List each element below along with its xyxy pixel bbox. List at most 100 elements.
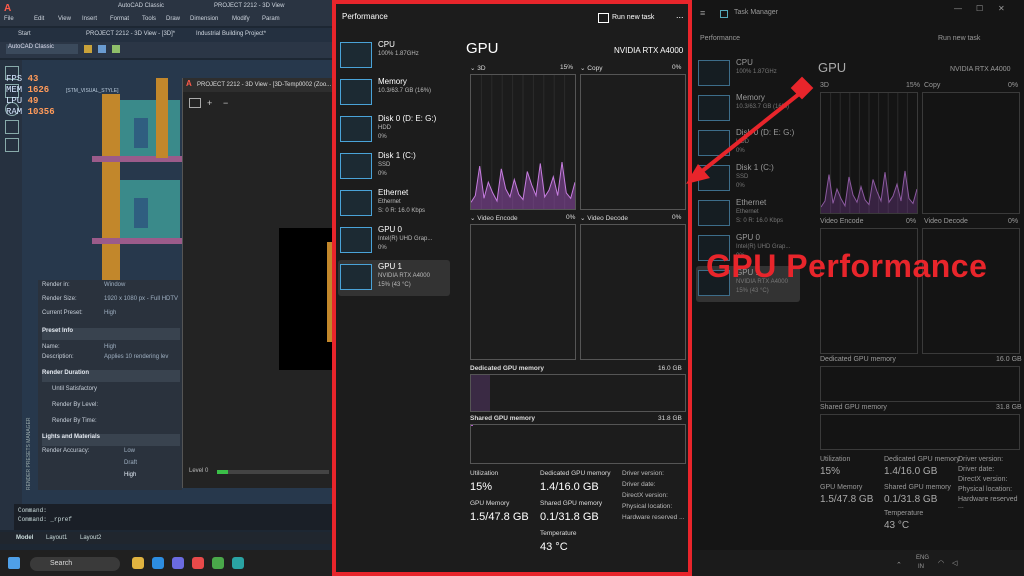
- sidebar-item-name: Ethernet: [736, 198, 767, 207]
- minimize-button[interactable]: —: [954, 4, 962, 13]
- gpu-memory-value: 1.5/47.8 GB: [470, 511, 529, 523]
- menu-param[interactable]: Param: [262, 16, 280, 22]
- temperature-value: 43 °C: [540, 541, 568, 553]
- engine-copy-label[interactable]: ⌄ Copy: [580, 64, 602, 72]
- toolbar: AutoCAD Classic: [0, 42, 332, 58]
- sidebar-item-disk-1-c[interactable]: Disk 1 (C:) SSD 0%: [338, 149, 450, 185]
- close-button[interactable]: ✕: [998, 4, 1005, 13]
- current-preset-value[interactable]: High: [104, 310, 116, 316]
- store-icon[interactable]: [172, 557, 184, 569]
- render-icon[interactable]: [112, 45, 120, 53]
- autocad-logo-icon[interactable]: A: [4, 3, 11, 14]
- tm2-run-new-task[interactable]: Run new task: [938, 35, 980, 42]
- tab-layout1[interactable]: Layout1: [46, 535, 67, 541]
- sidebar-item-ethernet[interactable]: Ethernet Ethernet S: 0 R: 16.0 Kbps: [696, 196, 800, 232]
- menu-edit[interactable]: Edit: [34, 16, 44, 22]
- sidebar-item-detail: Intel(R) UHD Grap...: [378, 236, 433, 242]
- properties-icon[interactable]: [98, 45, 106, 53]
- more-options-button[interactable]: ...: [676, 10, 684, 20]
- building-slab: [92, 238, 182, 244]
- menu-draw[interactable]: Draw: [166, 16, 180, 22]
- until-satisfactory-radio[interactable]: Until Satisfactory: [52, 386, 190, 398]
- tab-start[interactable]: Start: [18, 31, 31, 37]
- tab-model[interactable]: Model: [16, 535, 33, 541]
- engine-encode-label[interactable]: ⌄ Video Encode: [470, 214, 518, 222]
- tm2-taskbar: [692, 550, 1024, 576]
- tab-project-2212[interactable]: PROJECT 2212 - 3D View - [3D]*: [86, 31, 175, 37]
- building-column-right: [156, 78, 168, 158]
- sidebar-item-detail: 10.3/63.7 GB (16%): [378, 88, 432, 94]
- style-dropdown[interactable]: AutoCAD Classic: [6, 44, 78, 54]
- tray-chevron-icon[interactable]: ⌃: [896, 561, 902, 569]
- sidebar-item-name: Disk 0 (D: E: G:): [378, 114, 437, 123]
- sidebar-item-detail: Ethernet: [736, 209, 759, 215]
- accuracy-draft-radio[interactable]: Draft: [124, 460, 137, 466]
- command-line[interactable]: Command: Command: _rpref: [14, 504, 332, 530]
- tm2-engine-decode-pct: 0%: [1008, 218, 1019, 225]
- save-icon[interactable]: [189, 98, 201, 108]
- preset-info-header[interactable]: Preset Info: [42, 328, 180, 340]
- tm2-engine-encode[interactable]: Video Encode: [820, 218, 863, 225]
- render-window-titlebar: A PROJECT 2212 - 3D View - [3D-Temp0002 …: [183, 78, 332, 92]
- menu-file[interactable]: File: [4, 16, 14, 22]
- arc-tool-icon[interactable]: [5, 138, 19, 152]
- accuracy-low-radio[interactable]: Low: [124, 448, 135, 454]
- hamburger-menu-icon[interactable]: ≡: [700, 8, 705, 18]
- render-by-time-radio[interactable]: Render By Time:: [52, 418, 190, 430]
- sidebar-thumbnail: [340, 264, 372, 290]
- menu-tools[interactable]: Tools: [142, 16, 156, 22]
- task-manager-taskbar-icon[interactable]: [232, 557, 244, 569]
- engine-3d-label[interactable]: ⌄ 3D: [470, 64, 486, 72]
- tm2-engine-copy[interactable]: Copy: [924, 82, 940, 89]
- app-icon[interactable]: [212, 557, 224, 569]
- command-input[interactable]: Command: _rpref: [14, 514, 332, 523]
- engine-decode-label[interactable]: ⌄ Video Decode: [580, 214, 628, 222]
- tab-industrial-building[interactable]: Industrial Building Project*: [196, 31, 266, 37]
- tray-region[interactable]: IN: [918, 564, 924, 570]
- sidebar-item-disk-0-d-e-g[interactable]: Disk 0 (D: E: G:) HDD 0%: [338, 112, 450, 148]
- shared-memory-label: Shared GPU memory: [470, 415, 536, 422]
- menu-format[interactable]: Format: [110, 16, 129, 22]
- run-task-icon[interactable]: [598, 13, 609, 23]
- name-value: High: [104, 344, 117, 350]
- menu-dimension[interactable]: Dimension: [190, 16, 218, 22]
- annotation-arrow: [686, 76, 814, 184]
- tab-layout2[interactable]: Layout2: [80, 535, 101, 541]
- run-new-task-button[interactable]: Run new task: [612, 14, 654, 21]
- lights-materials-header[interactable]: Lights and Materials: [42, 434, 180, 446]
- render-duration-header[interactable]: Render Duration: [42, 370, 180, 382]
- volume-icon[interactable]: ◁: [952, 559, 957, 567]
- tm2-engine-decode[interactable]: Video Decode: [924, 218, 968, 225]
- menu-view[interactable]: View: [58, 16, 71, 22]
- menu-modify[interactable]: Modify: [232, 16, 250, 22]
- sidebar-item-cpu[interactable]: CPU 100% 1.87GHz: [338, 38, 450, 74]
- zoom-in-icon[interactable]: +: [207, 98, 212, 108]
- maximize-button[interactable]: ☐: [976, 4, 983, 13]
- sidebar-item-memory[interactable]: Memory 10.3/63.7 GB (16%): [338, 75, 450, 111]
- layer-icon[interactable]: [84, 45, 92, 53]
- windows-start-icon[interactable]: [8, 557, 20, 569]
- utilization-value: 15%: [470, 481, 493, 493]
- file-explorer-icon[interactable]: [132, 557, 144, 569]
- tray-language[interactable]: ENG: [916, 555, 929, 561]
- tm2-engine-3d[interactable]: 3D: [820, 82, 829, 89]
- rectangle-tool-icon[interactable]: [5, 120, 19, 134]
- task-manager-main: Performance Run new task ... CPU 100% 1.8…: [332, 0, 692, 576]
- taskbar-search[interactable]: Search: [30, 557, 120, 571]
- autocad-taskbar-icon[interactable]: [192, 557, 204, 569]
- render-by-level-radio[interactable]: Render By Level:: [52, 402, 190, 414]
- sidebar-item-gpu-1[interactable]: GPU 1 NVIDIA RTX A4000 15% (43 °C): [338, 260, 450, 296]
- menu-insert[interactable]: Insert: [82, 16, 97, 22]
- sidebar-item-ethernet[interactable]: Ethernet Ethernet S: 0 R: 16.0 Kbps: [338, 186, 450, 222]
- wifi-icon[interactable]: ◠: [938, 559, 944, 567]
- tm2-performance-title: Performance: [700, 35, 741, 42]
- workspace-dropdown[interactable]: AutoCAD Classic: [118, 3, 164, 9]
- zoom-out-icon[interactable]: −: [223, 98, 228, 108]
- perf-overlay: FPS 43 MEM 1626 LPU 49 RAM 10356: [6, 74, 55, 117]
- sidebar-item-gpu-0[interactable]: GPU 0 Intel(R) UHD Grap... 0%: [338, 223, 450, 259]
- layout-tabs: Model Layout1 Layout2: [0, 532, 332, 544]
- accuracy-high-radio[interactable]: High: [124, 472, 136, 478]
- render-in-value[interactable]: Window: [104, 282, 125, 288]
- render-size-value[interactable]: 1920 x 1080 px - Full HDTV: [104, 296, 178, 302]
- edge-icon[interactable]: [152, 557, 164, 569]
